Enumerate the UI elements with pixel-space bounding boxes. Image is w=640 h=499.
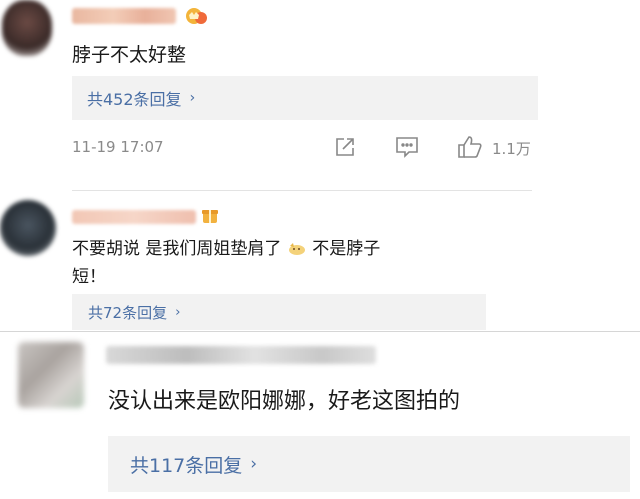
comment-text: 没认出来是欧阳娜娜，好老这图拍的 xyxy=(108,389,461,414)
replies-link[interactable]: 共117条回复 › xyxy=(108,436,630,492)
like-count: 1.1万 xyxy=(492,140,531,158)
comment-text-part: 不是脖子 xyxy=(312,239,381,259)
user-avatar[interactable] xyxy=(18,342,84,408)
username-blurred[interactable] xyxy=(106,346,376,364)
replies-label: 共72条回复 xyxy=(88,303,168,322)
like-icon[interactable] xyxy=(457,135,483,159)
comment-text-line1: 不要胡说 是我们周姐垫肩了 不是脖子 xyxy=(72,234,380,259)
divider xyxy=(0,331,640,332)
share-icon[interactable] xyxy=(334,136,356,158)
user-avatar[interactable] xyxy=(0,200,56,256)
crown-icon xyxy=(184,6,208,26)
comment-text-line2: 短！ xyxy=(72,267,106,287)
user-avatar[interactable] xyxy=(2,0,52,56)
comment-text: 脖子不太好整 xyxy=(72,44,187,66)
replies-link[interactable]: 共72条回复 › xyxy=(72,294,486,330)
username-blurred[interactable] xyxy=(72,8,176,24)
replies-label: 共117条回复 xyxy=(130,454,243,477)
divider xyxy=(72,190,532,191)
chevron-right-icon: › xyxy=(250,454,258,474)
username-blurred[interactable] xyxy=(72,210,196,224)
timestamp: 11-19 17:07 xyxy=(72,138,164,156)
comment-icon[interactable] xyxy=(395,136,419,158)
gift-icon xyxy=(200,205,220,225)
chevron-right-icon: › xyxy=(189,90,196,106)
comment-text-part: 不要胡说 是我们周姐垫肩了 xyxy=(72,239,282,259)
replies-link[interactable]: 共452条回复 › xyxy=(72,76,538,120)
dog-emoji xyxy=(287,240,307,256)
replies-label: 共452条回复 xyxy=(87,90,182,109)
chevron-right-icon: › xyxy=(175,304,181,320)
